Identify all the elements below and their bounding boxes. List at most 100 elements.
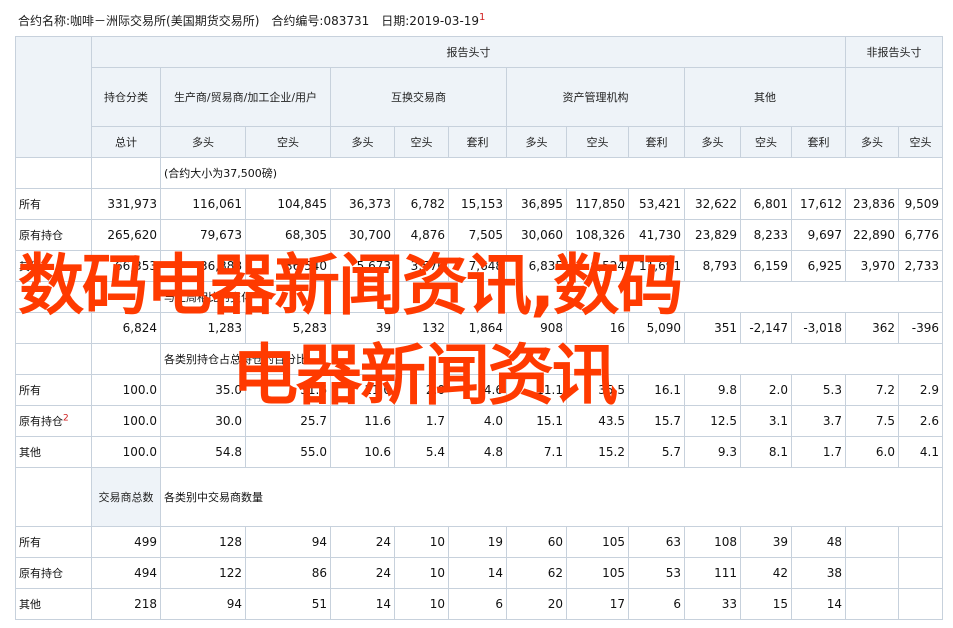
table-cell: 100.0 — [91, 436, 161, 468]
table-cell — [91, 281, 161, 313]
table-cell: 6,782 — [394, 188, 449, 220]
table-cell: 15,153 — [448, 188, 507, 220]
table-cell: 14 — [448, 557, 507, 589]
table-cell: 3.1 — [740, 405, 792, 437]
table-cell: 2.9 — [898, 374, 943, 406]
table-cell: 9.8 — [684, 374, 741, 406]
table-cell — [845, 526, 899, 558]
table-cell: 15.2 — [566, 436, 629, 468]
traders-note: 各类别中交易商数量 — [160, 467, 943, 527]
table-cell: 11,691 — [628, 250, 685, 282]
table-cell: 105 — [566, 557, 629, 589]
table-cell: -2,147 — [740, 312, 792, 344]
table-cell — [898, 588, 943, 620]
percent-row: 原有持仓2 100.0 30.0 25.7 11.6 1.7 4.0 15.1 43.5 15.7… — [15, 405, 943, 437]
table-cell: 3.7 — [791, 405, 846, 437]
table-cell: 6,159 — [740, 250, 792, 282]
table-cell: 25.7 — [245, 405, 331, 437]
table-cell — [91, 157, 161, 189]
table-cell: 11.6 — [330, 405, 395, 437]
row-label: 所有 — [15, 188, 92, 220]
trader-row: 其他 218 94 51 14 10 6 20 17 6 33 15 14 — [15, 588, 943, 620]
note-row: 各类别持仓占总持仓的百分比 — [15, 343, 943, 375]
table-cell: 55.0 — [245, 436, 331, 468]
percent-row: 所有 100.0 35.0 31.6 11.0 2.0 4.6 11.1 35.5 16.1 9.8… — [15, 374, 943, 406]
row-label: 原有持仓 — [15, 219, 92, 251]
table-cell: 22,890 — [845, 219, 899, 251]
column-header: 套利 — [791, 126, 846, 158]
footnote-mark[interactable]: 2 — [63, 413, 69, 423]
header-row: 持仓分类 生产商/贸易商/加工企业/用户 互换交易商 资产管理机构 其他 — [16, 67, 943, 127]
table-cell: 53 — [628, 557, 685, 589]
table-cell: 66,353 — [91, 250, 161, 282]
table-cell: 63 — [628, 526, 685, 558]
row-label: 所有 — [15, 526, 92, 558]
swap-dealer-header: 互换交易商 — [330, 67, 507, 127]
table-cell: 38 — [791, 557, 846, 589]
table-cell: 351 — [684, 312, 741, 344]
table-cell: 108,326 — [566, 219, 629, 251]
table-cell: 60 — [506, 526, 567, 558]
table-cell — [898, 526, 943, 558]
column-header: 空头 — [740, 126, 792, 158]
table-cell: 30,060 — [506, 219, 567, 251]
footnote-mark[interactable]: 1 — [479, 12, 485, 23]
table-cell: 499 — [91, 526, 161, 558]
table-cell: 4.1 — [898, 436, 943, 468]
table-cell: 111 — [684, 557, 741, 589]
table-cell: 12.5 — [684, 405, 741, 437]
table-cell: 2.6 — [898, 405, 943, 437]
column-header: 套利 — [448, 126, 507, 158]
table-cell: 41,730 — [628, 219, 685, 251]
position-category-header: 持仓分类 — [91, 67, 161, 127]
table-cell: 11.0 — [330, 374, 395, 406]
table-cell: 265,620 — [91, 219, 161, 251]
column-header: 多头 — [845, 126, 899, 158]
table-cell: 8,793 — [684, 250, 741, 282]
table-cell: 908 — [506, 312, 567, 344]
contract-header: 合约名称:咖啡－洲际交易所(美国期货交易所) 合约编号:083731 日期:20… — [18, 12, 486, 28]
traders-total-header: 交易商总数 — [91, 467, 161, 527]
table-cell: 6,801 — [740, 188, 792, 220]
table-cell: 7,505 — [448, 219, 507, 251]
table-cell: 36,373 — [330, 188, 395, 220]
total-column-header: 总计 — [91, 126, 161, 158]
table-cell: 1,283 — [160, 312, 246, 344]
table-cell: 122 — [160, 557, 246, 589]
reported-positions-header: 报告头寸 — [91, 36, 846, 68]
table-cell: 20 — [506, 588, 567, 620]
column-header: 多头 — [506, 126, 567, 158]
table-cell: 36,388 — [160, 250, 246, 282]
table-cell: 132 — [394, 312, 449, 344]
table-cell: 24 — [330, 557, 395, 589]
table-cell: 30.0 — [160, 405, 246, 437]
table-cell: 7.5 — [845, 405, 899, 437]
table-cell: 2,733 — [898, 250, 943, 282]
table-cell: 15.1 — [506, 405, 567, 437]
table-cell: 100.0 — [91, 405, 161, 437]
table-cell: 6,824 — [91, 312, 161, 344]
cot-report-table: 报告头寸 非报告头寸 持仓分类 生产商/贸易商/加工企业/用户 互换交易商 资产管理机构其… — [15, 36, 943, 620]
nonreported-positions-header: 非报告头寸 — [845, 36, 943, 68]
table-cell: 4.8 — [448, 436, 507, 468]
table-cell: 2.0 — [740, 374, 792, 406]
table-cell: 331,973 — [91, 188, 161, 220]
table-cell: 15.7 — [628, 405, 685, 437]
table-cell: 79,673 — [160, 219, 246, 251]
table-cell: 4,876 — [394, 219, 449, 251]
table-cell: 1,864 — [448, 312, 507, 344]
table-cell: 23,829 — [684, 219, 741, 251]
table-cell — [845, 557, 899, 589]
row-label-text: 原有持仓 — [19, 415, 63, 428]
column-header: 多头 — [330, 126, 395, 158]
table-cell: 5,090 — [628, 312, 685, 344]
table-cell: 10 — [394, 557, 449, 589]
table-cell: 218 — [91, 588, 161, 620]
table-cell: 35.0 — [160, 374, 246, 406]
table-cell: 24 — [330, 526, 395, 558]
table-cell: 43.5 — [566, 405, 629, 437]
column-header: 空头 — [898, 126, 943, 158]
row-label: 原有持仓 — [15, 557, 92, 589]
table-cell: 16.1 — [628, 374, 685, 406]
table-cell: 8.1 — [740, 436, 792, 468]
